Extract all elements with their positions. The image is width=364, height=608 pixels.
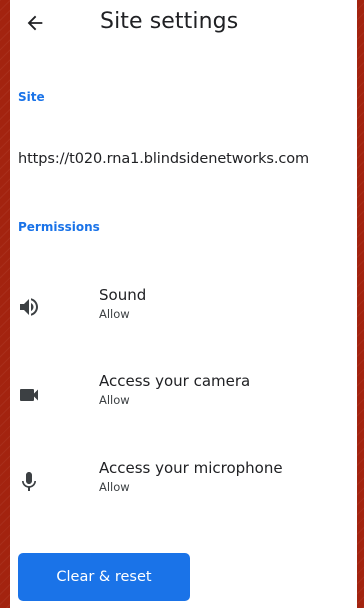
clear-reset-label: Clear & reset bbox=[56, 569, 152, 585]
site-settings-panel: Site settings Site https://t020.rna1.bli… bbox=[10, 0, 357, 608]
permission-item-sound[interactable]: Sound Allow bbox=[10, 286, 357, 342]
permission-label: Sound bbox=[99, 286, 147, 304]
app-bar: Site settings bbox=[10, 0, 357, 48]
permissions-section-header: Permissions bbox=[18, 220, 100, 234]
back-button[interactable] bbox=[18, 6, 52, 40]
volume-icon bbox=[16, 294, 42, 320]
videocam-icon bbox=[16, 382, 42, 408]
permission-value: Allow bbox=[99, 307, 130, 321]
site-url: https://t020.rna1.blindsidenetworks.com bbox=[18, 151, 310, 167]
permission-item-microphone[interactable]: Access your microphone Allow bbox=[10, 459, 357, 515]
permission-label: Access your camera bbox=[99, 372, 251, 390]
site-section-header: Site bbox=[18, 90, 45, 104]
permission-item-camera[interactable]: Access your camera Allow bbox=[10, 372, 357, 428]
arrow-back-icon bbox=[27, 15, 43, 31]
page-title: Site settings bbox=[100, 9, 239, 34]
permission-label: Access your microphone bbox=[99, 459, 283, 477]
mic-icon bbox=[16, 469, 42, 495]
permission-value: Allow bbox=[99, 480, 130, 494]
clear-reset-button[interactable]: Clear & reset bbox=[18, 553, 190, 601]
permission-value: Allow bbox=[99, 393, 130, 407]
